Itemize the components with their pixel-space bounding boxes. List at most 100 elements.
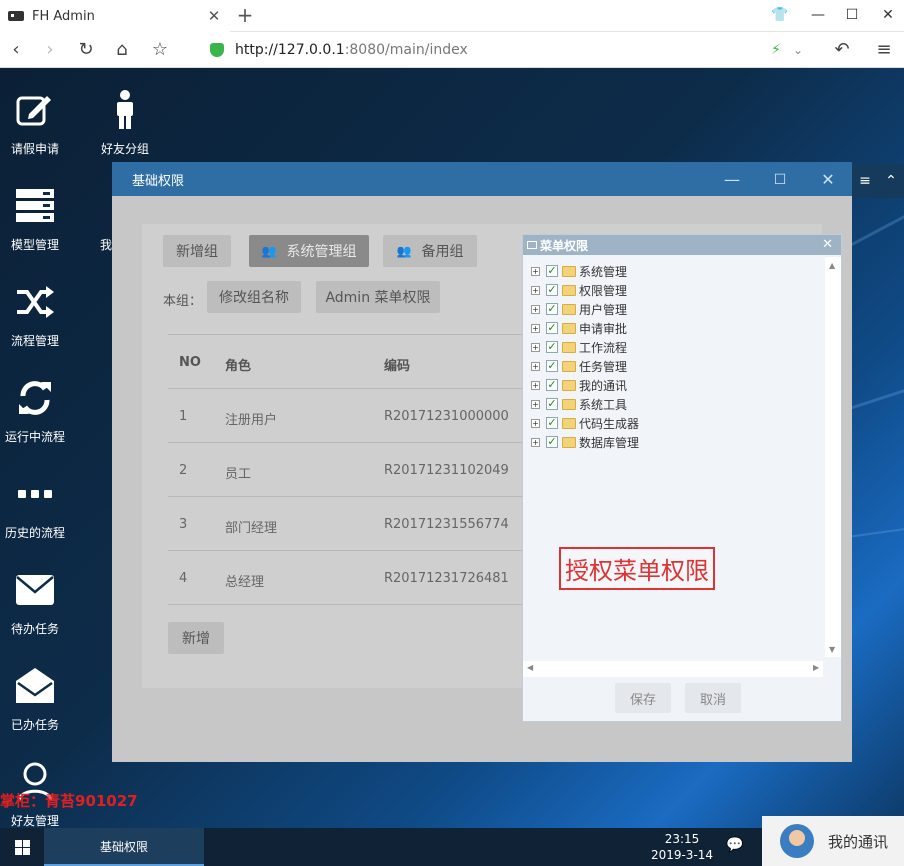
table-header-no: NO <box>179 355 201 370</box>
list-menu-icon[interactable]: ≡ <box>859 173 871 189</box>
url-path: :8080/main/index <box>344 42 468 58</box>
contact-widget[interactable]: 我的通讯 <box>762 816 904 866</box>
tree-item[interactable]: + ✓ 代码生成器 <box>531 414 639 432</box>
ellipsis-icon <box>13 472 57 516</box>
desktop-icon-friend-group[interactable]: 好友分组 <box>90 88 160 157</box>
folder-icon <box>562 436 576 448</box>
envelope-icon <box>13 568 57 612</box>
backup-group-button[interactable]: 👥 备用组 <box>383 235 477 267</box>
tree-item[interactable]: + ✓ 系统工具 <box>531 395 627 413</box>
dialog-maximize-icon[interactable]: ☐ <box>768 168 792 192</box>
clock[interactable]: 23:15 2019-3-14 <box>642 831 722 863</box>
watermark-text: 掌柜：青苔901027 <box>0 792 138 810</box>
dropdown-chevron-icon[interactable]: ⌄ <box>786 38 810 62</box>
expand-icon[interactable]: + <box>531 304 540 314</box>
desktop-icon-done-tasks[interactable]: 已办任务 <box>0 664 70 733</box>
dialog-minimize-icon[interactable]: — <box>720 168 744 192</box>
desktop-icon-process-manage[interactable]: 流程管理 <box>0 280 70 349</box>
checkbox-checked-icon[interactable]: ✓ <box>546 398 558 410</box>
maximize-icon[interactable]: ☐ <box>840 4 864 26</box>
undo-icon[interactable]: ↶ <box>830 38 854 62</box>
windows-logo-icon <box>14 839 30 855</box>
checkbox-checked-icon[interactable]: ✓ <box>546 379 558 391</box>
server-icon <box>13 184 57 228</box>
save-button[interactable]: 保存 <box>615 683 671 713</box>
reload-icon[interactable]: ↻ <box>74 38 98 62</box>
browser-tab[interactable]: FH Admin ✕ <box>0 0 230 32</box>
tree-item[interactable]: + ✓ 任务管理 <box>531 357 627 375</box>
dialog-close-icon[interactable]: ✕ <box>816 168 840 192</box>
new-group-button[interactable]: 新增组 <box>163 235 231 267</box>
cancel-button[interactable]: 取消 <box>685 683 741 713</box>
expand-icon[interactable]: + <box>531 361 540 371</box>
menu-icon[interactable]: ≡ <box>872 38 896 62</box>
expand-icon[interactable]: + <box>531 380 540 390</box>
taskbar-item-active[interactable]: 基础权限 <box>44 828 204 866</box>
desktop-icon-leave-request[interactable]: 请假申请 <box>0 88 70 157</box>
url-field[interactable]: http://127.0.0.1:8080/main/index <box>210 38 468 62</box>
checkbox-checked-icon[interactable]: ✓ <box>546 284 558 296</box>
tree-item[interactable]: + ✓ 申请审批 <box>531 319 627 337</box>
tree-item[interactable]: + ✓ 系统管理 <box>531 262 627 280</box>
expand-icon[interactable]: + <box>531 266 540 276</box>
forward-icon[interactable]: › <box>38 38 62 62</box>
start-button[interactable] <box>0 828 44 866</box>
users-icon: 👥 <box>396 244 412 258</box>
person-icon <box>103 88 147 132</box>
checkbox-checked-icon[interactable]: ✓ <box>546 322 558 334</box>
address-bar: ‹ › ↻ ⌂ ☆ http://127.0.0.1:8080/main/ind… <box>0 32 904 68</box>
skin-icon[interactable]: 👕 <box>768 4 792 26</box>
checkbox-checked-icon[interactable]: ✓ <box>546 303 558 315</box>
expand-icon[interactable]: + <box>531 418 540 428</box>
system-group-button[interactable]: 👥 系统管理组 <box>249 235 369 267</box>
expand-icon[interactable]: + <box>531 342 540 352</box>
vertical-scrollbar[interactable]: ▲ ▼ <box>825 257 841 657</box>
menu-permission-popup: 菜单权限 ✕ + ✓ 系统管理 + ✓ 权限管理 + ✓ 用户管理 + ✓ 申请审批 + ✓ 工作流… <box>522 234 842 722</box>
bookmark-star-icon[interactable]: ☆ <box>148 38 172 62</box>
clock-time: 23:15 <box>664 832 700 846</box>
expand-icon[interactable]: + <box>531 285 540 295</box>
lightning-icon[interactable]: ⚡ <box>764 38 788 62</box>
expand-icon[interactable]: + <box>531 323 540 333</box>
desktop-icon-history-process[interactable]: 历史的流程 <box>0 472 70 541</box>
back-icon[interactable]: ‹ <box>4 38 28 62</box>
admin-menu-permission-button[interactable]: Admin 菜单权限 <box>316 281 440 313</box>
new-tab-button[interactable]: + <box>234 4 256 26</box>
expand-icon[interactable]: + <box>531 437 540 447</box>
clock-date: 2019-3-14 <box>650 848 714 862</box>
checkbox-checked-icon[interactable]: ✓ <box>546 436 558 448</box>
tree-item[interactable]: + ✓ 我的通讯 <box>531 376 627 394</box>
envelope-open-icon <box>13 664 57 708</box>
checkbox-checked-icon[interactable]: ✓ <box>546 417 558 429</box>
rename-group-button[interactable]: 修改组名称 <box>207 281 301 313</box>
folder-icon <box>562 379 576 391</box>
checkbox-checked-icon[interactable]: ✓ <box>546 341 558 353</box>
tree-item[interactable]: + ✓ 工作流程 <box>531 338 627 356</box>
collapse-up-icon[interactable]: ⌃ <box>885 173 897 189</box>
scroll-right-icon[interactable]: ▶ <box>813 663 819 672</box>
scroll-left-icon[interactable]: ◀ <box>527 663 533 672</box>
tree-item[interactable]: + ✓ 数据库管理 <box>531 433 639 451</box>
desktop-icon-todo-tasks[interactable]: 待办任务 <box>0 568 70 637</box>
tree-item[interactable]: + ✓ 权限管理 <box>531 281 627 299</box>
checkbox-checked-icon[interactable]: ✓ <box>546 360 558 372</box>
tab-close-icon[interactable]: ✕ <box>204 7 224 25</box>
desktop-icon-running-process[interactable]: 运行中流程 <box>0 376 70 445</box>
horizontal-scrollbar[interactable]: ◀ ▶ <box>523 661 823 677</box>
checkbox-checked-icon[interactable]: ✓ <box>546 265 558 277</box>
popup-close-icon[interactable]: ✕ <box>822 237 833 252</box>
expand-icon[interactable]: + <box>531 399 540 409</box>
home-icon[interactable]: ⌂ <box>110 38 134 62</box>
url-host: http://127.0.0.1 <box>235 42 345 58</box>
folder-icon <box>562 341 576 353</box>
minimize-icon[interactable]: — <box>806 4 830 26</box>
scroll-down-icon[interactable]: ▼ <box>829 645 835 654</box>
tree-item[interactable]: + ✓ 用户管理 <box>531 300 627 318</box>
add-role-button[interactable]: 新增 <box>168 622 224 654</box>
desktop-icon-partial[interactable]: 我 <box>90 184 114 253</box>
this-group-label: 本组： <box>163 294 203 309</box>
desktop-icon-model-manage[interactable]: 模型管理 <box>0 184 70 253</box>
scroll-up-icon[interactable]: ▲ <box>829 261 835 270</box>
chat-icon[interactable]: 💬 <box>722 837 748 857</box>
window-close-icon[interactable]: ✕ <box>876 4 900 26</box>
